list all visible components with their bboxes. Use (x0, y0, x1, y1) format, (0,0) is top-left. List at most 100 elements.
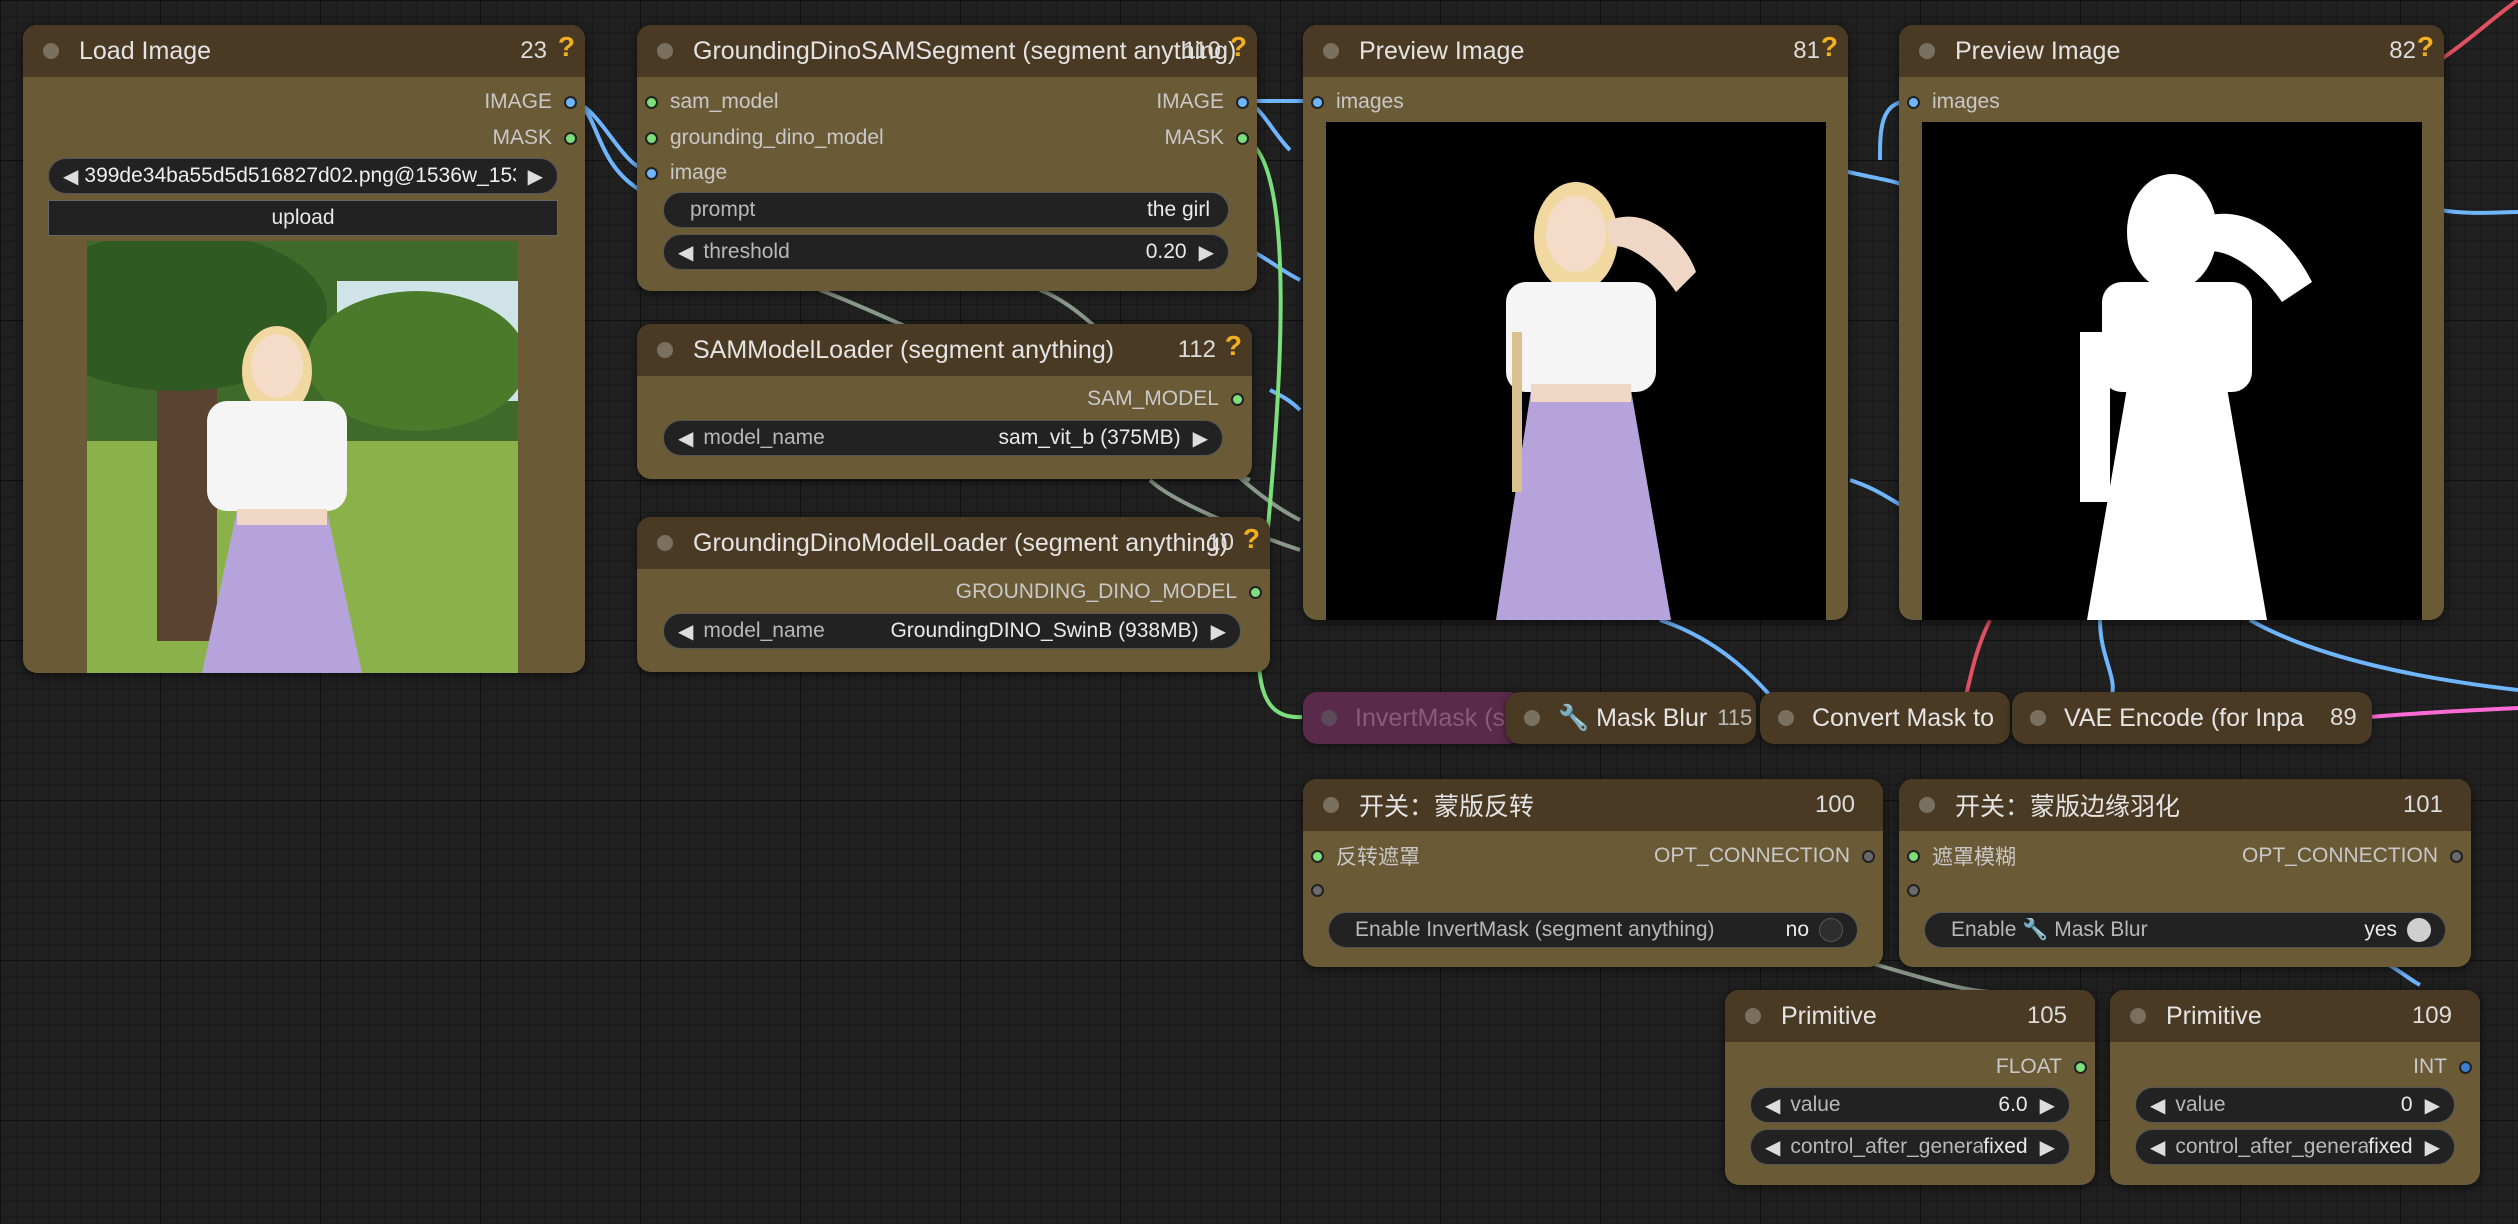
upload-button[interactable]: upload (48, 200, 558, 236)
load-image-node[interactable]: Load Image 23 ? IMAGE MASK ◀ 399de34ba55… (23, 25, 585, 673)
output-dot[interactable] (1862, 849, 1875, 863)
preview-image-node-82[interactable]: Preview Image 82 ? images (1899, 25, 2444, 620)
preview-image-node-81[interactable]: Preview Image 81 ? images (1303, 25, 1848, 620)
arrow-right-icon[interactable]: ▶ (1193, 426, 1208, 451)
arrow-right-icon[interactable]: ▶ (1199, 240, 1214, 265)
input-dot[interactable] (645, 166, 658, 180)
output-dot[interactable] (564, 95, 577, 109)
node-header[interactable]: 开关：蒙版反转 100 (1303, 779, 1883, 831)
input-slot-images[interactable]: images (1311, 87, 1404, 117)
collapse-toggle[interactable] (43, 43, 59, 59)
input-slot-sam-model[interactable]: sam_model (645, 87, 779, 117)
enable-invert-mask-toggle[interactable]: Enable InvertMask (segment anything) no (1328, 912, 1858, 948)
input-dot[interactable] (1311, 849, 1324, 863)
node-header[interactable]: Preview Image 82 ? (1899, 25, 2444, 77)
invert-mask-node[interactable]: InvertMask (se (1303, 692, 1523, 744)
switch-invert-mask-node[interactable]: 开关：蒙版反转 100 反转遮罩 OPT_CONNECTION Enable I… (1303, 779, 1883, 967)
control-after-generate-selector[interactable]: ◀ control_after_generate fixed ▶ (1750, 1129, 2070, 1165)
arrow-right-icon[interactable]: ▶ (2040, 1093, 2055, 1118)
output-dot[interactable] (1236, 131, 1249, 145)
switch-mask-blur-node[interactable]: 开关：蒙版边缘羽化 101 遮罩模糊 OPT_CONNECTION Enable… (1899, 779, 2471, 967)
collapse-toggle[interactable] (1745, 1008, 1761, 1024)
output-slot-image[interactable]: IMAGE (484, 87, 577, 117)
input-slot-invert-mask[interactable]: 反转遮罩 (1311, 841, 1420, 871)
arrow-left-icon[interactable]: ◀ (2150, 1093, 2165, 1118)
output-slot-grounding-dino-model[interactable]: GROUNDING_DINO_MODEL (956, 577, 1262, 607)
arrow-right-icon[interactable]: ▶ (1211, 619, 1226, 644)
output-dot[interactable] (2450, 849, 2463, 863)
node-header[interactable]: Load Image 23 ? (23, 25, 585, 77)
node-header[interactable]: GroundingDinoSAMSegment (segment anythin… (637, 25, 1257, 77)
input-dot[interactable] (1311, 95, 1324, 109)
grounding-dino-sam-segment-node[interactable]: GroundingDinoSAMSegment (segment anythin… (637, 25, 1257, 291)
output-slot-mask[interactable]: MASK (1164, 123, 1249, 153)
model-name-selector[interactable]: ◀ model_name sam_vit_b (375MB) ▶ (663, 420, 1223, 456)
input-slot-empty[interactable] (1907, 875, 1932, 905)
image-selector[interactable]: ◀ 399de34ba55d5d516827d02.png@1536w_1536… (48, 158, 558, 194)
input-slot-empty[interactable] (1311, 875, 1336, 905)
collapse-toggle[interactable] (1919, 797, 1935, 813)
output-dot[interactable] (1231, 392, 1244, 406)
collapse-toggle[interactable] (657, 43, 673, 59)
collapse-toggle[interactable] (657, 342, 673, 358)
output-slot-image[interactable]: IMAGE (1156, 87, 1249, 117)
prompt-field[interactable]: prompt the girl (663, 192, 1229, 228)
help-icon[interactable]: ? (1821, 31, 1838, 63)
arrow-right-icon[interactable]: ▶ (2425, 1093, 2440, 1118)
enable-mask-blur-toggle[interactable]: Enable 🔧 Mask Blur yes (1924, 912, 2446, 948)
node-header[interactable]: GroundingDinoModelLoader (segment anythi… (637, 517, 1270, 569)
arrow-left-icon[interactable]: ◀ (678, 426, 693, 451)
node-header[interactable]: SAMModelLoader (segment anything) 112 ? (637, 324, 1252, 376)
sam-model-loader-node[interactable]: SAMModelLoader (segment anything) 112 ? … (637, 324, 1252, 479)
collapse-toggle[interactable] (1321, 710, 1337, 726)
arrow-right-icon[interactable]: ▶ (2425, 1135, 2440, 1160)
help-icon[interactable]: ? (1225, 330, 1242, 362)
node-header[interactable]: Primitive 109 (2110, 990, 2480, 1042)
node-header[interactable]: 开关：蒙版边缘羽化 101 (1899, 779, 2471, 831)
arrow-left-icon[interactable]: ◀ (63, 164, 78, 189)
output-dot[interactable] (2459, 1060, 2472, 1074)
collapse-toggle[interactable] (1524, 710, 1540, 726)
node-header[interactable]: Preview Image 81 ? (1303, 25, 1848, 77)
output-slot-sam-model[interactable]: SAM_MODEL (1087, 384, 1244, 414)
output-slot-opt-connection[interactable]: OPT_CONNECTION (2242, 841, 2463, 871)
node-graph-canvas[interactable]: Load Image 23 ? IMAGE MASK ◀ 399de34ba55… (0, 0, 2518, 1224)
output-slot-int[interactable]: INT (2413, 1052, 2472, 1082)
collapse-toggle[interactable] (1323, 43, 1339, 59)
input-dot[interactable] (645, 131, 658, 145)
collapse-toggle[interactable] (1919, 43, 1935, 59)
collapse-toggle[interactable] (2130, 1008, 2146, 1024)
help-icon[interactable]: ? (1243, 523, 1260, 555)
mask-blur-node[interactable]: 🔧 Mask Blur 115 (1506, 692, 1756, 744)
primitive-node-109[interactable]: Primitive 109 INT ◀ value 0 ▶ ◀ control_… (2110, 990, 2480, 1185)
input-dot[interactable] (1907, 849, 1920, 863)
output-dot[interactable] (1249, 585, 1262, 599)
toggle-knob-icon[interactable] (1819, 918, 1843, 942)
arrow-left-icon[interactable]: ◀ (1765, 1093, 1780, 1118)
collapse-toggle[interactable] (2030, 710, 2046, 726)
help-icon[interactable]: ? (558, 31, 575, 63)
collapse-toggle[interactable] (657, 535, 673, 551)
output-dot[interactable] (564, 131, 577, 145)
arrow-left-icon[interactable]: ◀ (678, 240, 693, 265)
threshold-stepper[interactable]: ◀ threshold 0.20 ▶ (663, 234, 1229, 270)
arrow-right-icon[interactable]: ▶ (2040, 1135, 2055, 1160)
output-dot[interactable] (1236, 95, 1249, 109)
grounding-dino-model-loader-node[interactable]: GroundingDinoModelLoader (segment anythi… (637, 517, 1270, 672)
input-slot-mask-blur[interactable]: 遮罩模糊 (1907, 841, 2016, 871)
output-slot-float[interactable]: FLOAT (1996, 1052, 2087, 1082)
collapse-toggle[interactable] (1323, 797, 1339, 813)
value-stepper[interactable]: ◀ value 0 ▶ (2135, 1087, 2455, 1123)
collapse-toggle[interactable] (1778, 710, 1794, 726)
help-icon[interactable]: ? (1230, 31, 1247, 63)
input-dot[interactable] (1311, 883, 1324, 897)
output-slot-opt-connection[interactable]: OPT_CONNECTION (1654, 841, 1875, 871)
output-slot-mask[interactable]: MASK (492, 123, 577, 153)
convert-mask-node[interactable]: Convert Mask to (1760, 692, 2010, 744)
arrow-left-icon[interactable]: ◀ (678, 619, 693, 644)
arrow-right-icon[interactable]: ▶ (528, 164, 543, 189)
input-dot[interactable] (645, 95, 658, 109)
output-dot[interactable] (2074, 1060, 2087, 1074)
arrow-left-icon[interactable]: ◀ (1765, 1135, 1780, 1160)
arrow-left-icon[interactable]: ◀ (2150, 1135, 2165, 1160)
